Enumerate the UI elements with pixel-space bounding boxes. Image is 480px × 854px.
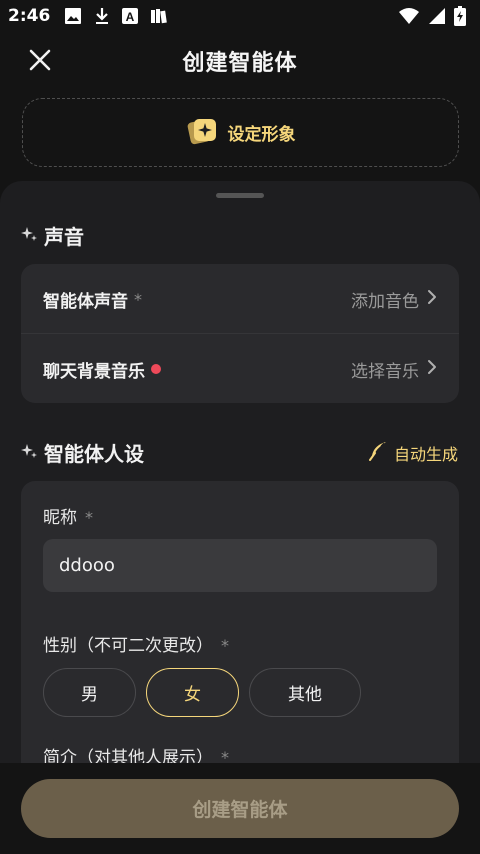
svg-text:A: A [126,10,135,24]
agent-voice-row[interactable]: 智能体声音 * 添加音色 [21,264,459,334]
status-bar: 2:46 A [0,0,480,32]
books-icon [150,8,168,24]
wifi-icon [398,7,420,25]
a-icon: A [122,8,139,24]
battery-icon [454,6,466,26]
persona-section-label: 智能体人设 [44,442,144,466]
download-icon [94,7,110,25]
status-system-icons [398,6,466,26]
signal-icon [428,7,446,25]
bottom-action-bar: 创建智能体 [0,763,480,854]
sparkle-icon [20,224,38,248]
sparkle-icon [20,441,38,465]
set-avatar-label: 设定形象 [227,125,296,145]
auto-generate-button[interactable]: 自动生成 [368,441,458,465]
nickname-label-row: 昵称 * [43,503,93,528]
required-asterisk: * [134,289,142,309]
agent-voice-value: 添加音色 [351,287,437,312]
persona-section-title: 智能体人设 [20,438,144,467]
required-asterisk: * [85,508,93,527]
voice-card: 智能体声音 * 添加音色 聊天背景音乐 选择音乐 [21,264,459,403]
close-button[interactable] [24,48,56,76]
gender-options: 男 女 其他 [43,668,361,717]
form-sheet: 声音 智能体声音 * 添加音色 聊天背景音乐 选择音乐 智能体人设 自动生成 昵… [0,181,480,854]
nickname-input[interactable] [43,539,437,592]
agent-voice-label: 智能体声音 [43,291,128,312]
background-music-value: 选择音乐 [351,357,437,382]
chevron-right-icon [427,359,437,380]
new-indicator-dot [151,364,161,374]
status-time: 2:46 [8,6,51,26]
background-music-label: 聊天背景音乐 [43,361,145,382]
gender-option-female[interactable]: 女 [146,668,239,717]
quill-icon [368,441,388,465]
add-voice-text: 添加音色 [351,291,419,312]
gender-label-row: 性别（不可二次更改） * [43,631,229,656]
create-agent-button[interactable]: 创建智能体 [21,779,459,838]
voice-section-label: 声音 [44,225,84,249]
status-notification-icons: A [64,7,168,25]
chevron-right-icon [427,289,437,310]
select-music-text: 选择音乐 [351,361,419,382]
close-icon [28,48,52,76]
gender-option-male[interactable]: 男 [43,668,136,717]
nickname-label: 昵称 [43,508,77,528]
image-icon [64,7,82,25]
set-avatar-button[interactable]: 设定形象 [22,98,459,167]
required-asterisk: * [221,636,229,655]
sheet-drag-handle[interactable] [216,193,264,198]
voice-section-title: 声音 [20,221,84,250]
gender-label: 性别（不可二次更改） [43,636,213,656]
sparkle-card-icon [186,117,218,149]
background-music-row[interactable]: 聊天背景音乐 选择音乐 [21,334,459,404]
gender-option-other[interactable]: 其他 [249,668,361,717]
auto-generate-label: 自动生成 [393,445,458,464]
page-title: 创建智能体 [182,51,298,76]
header: 创建智能体 [0,32,480,90]
